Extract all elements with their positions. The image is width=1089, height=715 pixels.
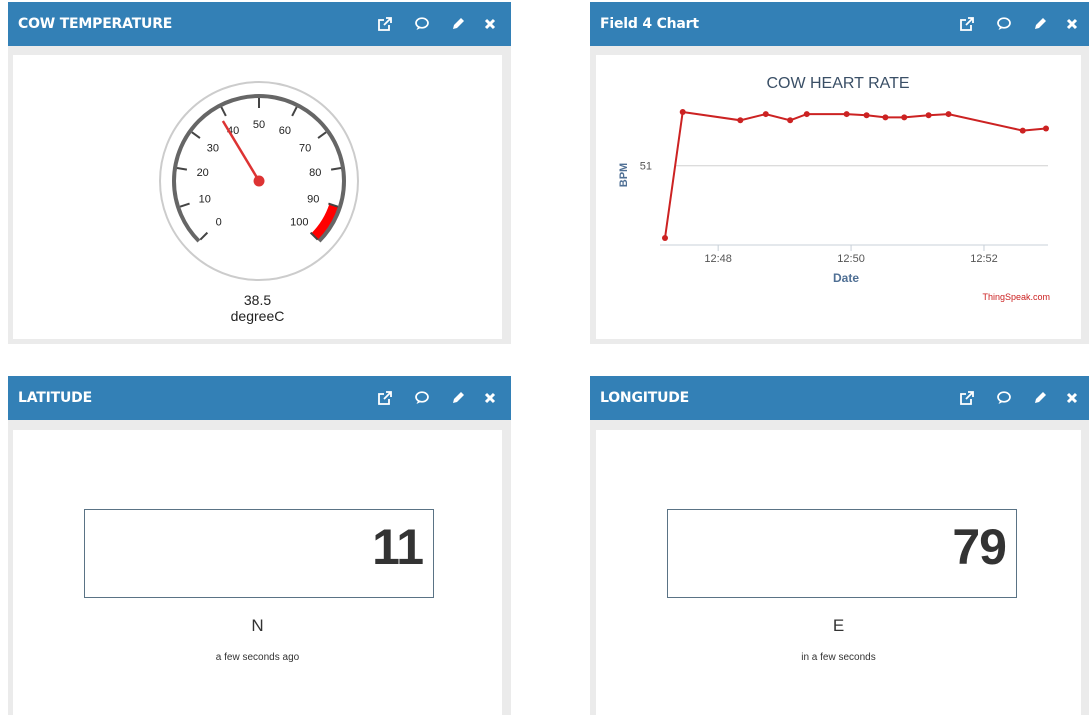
- gauge-tick-label: 90: [307, 194, 319, 206]
- chart-credit: ThingSpeak.com: [982, 292, 1050, 302]
- gauge-tick-label: 30: [207, 142, 219, 154]
- external-link-icon[interactable]: [959, 390, 975, 406]
- widget-body: COW HEART RATE 51 12:48 12:50 12:52 Date BPM Th…: [596, 55, 1081, 339]
- gauge-value: 38.5: [243, 292, 272, 308]
- x-tick-label: 12:48: [704, 253, 732, 265]
- pencil-icon[interactable]: [450, 16, 466, 32]
- latitude-unit: N: [251, 616, 264, 635]
- comment-icon[interactable]: [996, 390, 1012, 406]
- x-axis-label: Date: [833, 271, 859, 285]
- gauge-tick-label: 100: [290, 216, 308, 228]
- data-point: [843, 111, 850, 118]
- data-point: [863, 112, 870, 119]
- pencil-icon[interactable]: [1032, 390, 1048, 406]
- close-icon[interactable]: [482, 390, 498, 406]
- latitude-updated: a few seconds ago: [215, 652, 300, 663]
- data-point: [737, 117, 744, 124]
- data-point: [762, 111, 769, 118]
- widget-title: Field 4 Chart: [600, 16, 699, 32]
- gauge-tick-label: 70: [299, 142, 311, 154]
- longitude-value: 79: [952, 519, 1007, 575]
- gauge-tick-label: 60: [279, 125, 291, 137]
- data-point: [925, 112, 932, 119]
- external-link-icon[interactable]: [377, 16, 393, 32]
- widget-body: 79 E in a few seconds: [596, 430, 1081, 715]
- y-tick-label: 51: [640, 161, 652, 173]
- longitude-widget: LONGITUDE 79 E in a few seconds: [590, 376, 1089, 715]
- x-tick-label: 12:52: [970, 253, 998, 265]
- widget-actions: [955, 2, 1085, 46]
- gauge-tick-label: 0: [216, 216, 222, 228]
- data-point: [945, 111, 952, 118]
- gauge-tick-label: 50: [253, 119, 265, 131]
- y-axis-label: BPM: [618, 163, 630, 187]
- external-link-icon[interactable]: [959, 16, 975, 32]
- widget-header: Field 4 Chart: [590, 2, 1089, 46]
- comment-icon[interactable]: [996, 16, 1012, 32]
- gauge-unit: degreeC: [230, 308, 285, 324]
- data-point: [882, 114, 889, 121]
- data-point: [901, 114, 908, 121]
- temperature-gauge: 0102030405060708090100: [159, 81, 359, 281]
- value-box: 11: [84, 509, 434, 598]
- chart-title: COW HEART RATE: [766, 75, 909, 92]
- data-point: [1043, 125, 1049, 132]
- widget-body: 0 10 20 30 40 50 60 70 80 90 100 38.5 degreeC: [13, 55, 502, 339]
- close-icon[interactable]: [482, 16, 498, 32]
- data-point: [679, 109, 686, 115]
- widget-actions: [955, 376, 1085, 420]
- gauge-tick-label: 20: [197, 167, 209, 179]
- longitude-updated: in a few seconds: [801, 652, 876, 663]
- widget-actions: [373, 2, 503, 46]
- widget-header: LONGITUDE: [590, 376, 1089, 420]
- heart-rate-chart: COW HEART RATE 51 12:48 12:50 12:52 Date BPM Th…: [618, 75, 1050, 302]
- value-box: 79: [667, 509, 1017, 598]
- widget-title: LATITUDE: [18, 390, 92, 406]
- pencil-icon[interactable]: [1032, 16, 1048, 32]
- data-point: [787, 117, 794, 124]
- external-link-icon[interactable]: [377, 390, 393, 406]
- comment-icon[interactable]: [414, 390, 430, 406]
- heart-rate-widget: Field 4 Chart COW HEART RATE 51 12:48 12:50…: [590, 2, 1089, 344]
- close-icon[interactable]: [1064, 390, 1080, 406]
- gauge-needle-hub: [253, 175, 265, 187]
- latitude-value: 11: [372, 519, 424, 575]
- comment-icon[interactable]: [414, 16, 430, 32]
- widget-header: COW TEMPERATURE: [8, 2, 511, 46]
- data-point: [803, 111, 810, 118]
- widget-title: LONGITUDE: [600, 390, 690, 406]
- pencil-icon[interactable]: [450, 390, 466, 406]
- gauge-tick-label: 80: [309, 167, 321, 179]
- widget-title: COW TEMPERATURE: [18, 16, 173, 32]
- data-point: [662, 235, 668, 241]
- x-tick-label: 12:50: [837, 253, 865, 265]
- gauge-tick-label: 10: [199, 194, 211, 206]
- longitude-unit: E: [832, 616, 845, 635]
- series-line: [664, 110, 1047, 239]
- latitude-widget: LATITUDE 11 N a few seconds ago: [8, 376, 511, 715]
- widget-header: LATITUDE: [8, 376, 511, 420]
- widget-actions: [373, 376, 503, 420]
- temperature-widget: COW TEMPERATURE 0 10 20 30 40 50 60 70 80 90 100 3…: [8, 2, 511, 344]
- widget-body: 11 N a few seconds ago: [13, 430, 502, 715]
- data-point: [1019, 127, 1026, 134]
- close-icon[interactable]: [1064, 16, 1080, 32]
